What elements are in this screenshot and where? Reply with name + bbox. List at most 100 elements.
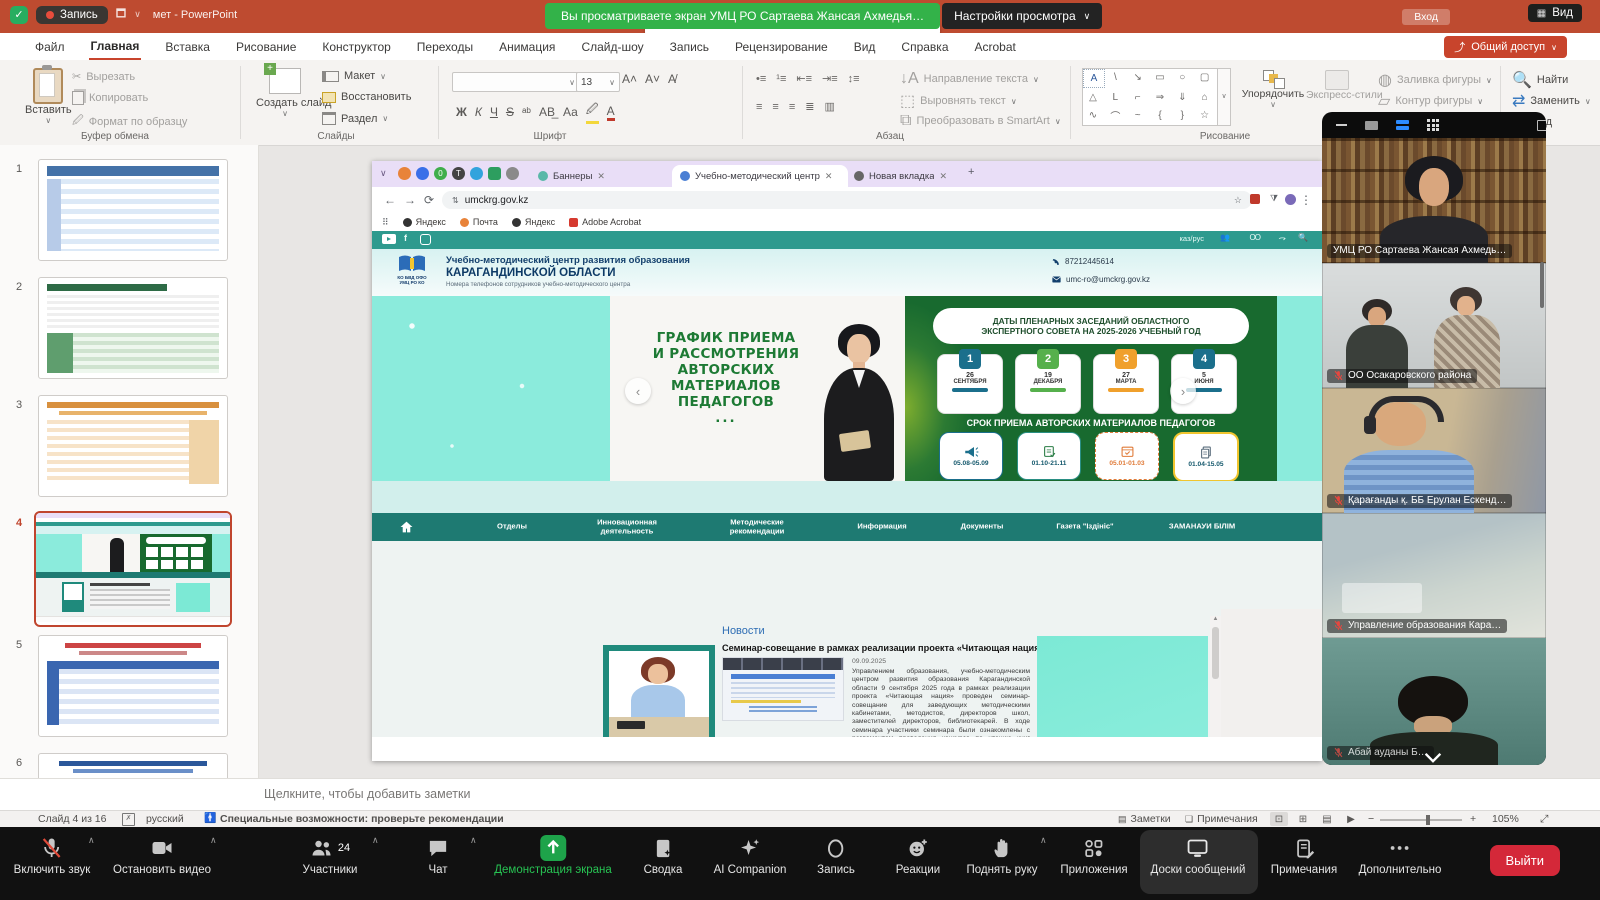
slide-thumbnail-4-current[interactable] bbox=[34, 511, 232, 627]
increase-indent-icon[interactable]: ⇥≡ bbox=[822, 72, 838, 85]
summary-button[interactable]: Сводка bbox=[644, 835, 683, 876]
layout-button[interactable]: Макет∨ bbox=[322, 70, 386, 82]
notes-pane[interactable]: Щелкните, чтобы добавить заметки bbox=[0, 778, 1600, 811]
slide-thumbnail-6[interactable] bbox=[38, 753, 228, 778]
participant-video-tile[interactable]: Қарағанды қ. ББ Ерулан Ескенд… bbox=[1322, 388, 1546, 513]
line-spacing-icon[interactable]: ↕≡ bbox=[848, 73, 860, 85]
tab-slideshow[interactable]: Слайд-шоу bbox=[579, 34, 645, 59]
sidebar-scrollbar[interactable] bbox=[1540, 262, 1544, 308]
format-painter-button[interactable]: 🖉Формат по образцу bbox=[72, 112, 187, 131]
tab-help[interactable]: Справка bbox=[899, 34, 950, 59]
cut-button[interactable]: ✂Вырезать bbox=[72, 70, 135, 83]
slideshow-button[interactable]: ▶ bbox=[1342, 812, 1360, 826]
reset-slide-button[interactable]: Восстановить bbox=[322, 91, 411, 103]
record-button[interactable]: Запись bbox=[817, 835, 855, 876]
more-button[interactable]: Дополнительно bbox=[1359, 835, 1442, 876]
whiteboards-button[interactable]: Доски сообщений bbox=[1151, 835, 1246, 876]
fit-slide-icon[interactable]: ⤢ bbox=[1540, 813, 1548, 826]
tab-insert[interactable]: Вставка bbox=[163, 34, 212, 59]
gallery-view-icon[interactable] bbox=[1427, 119, 1439, 131]
shape-elbow-icon[interactable]: L bbox=[1105, 89, 1125, 106]
shape-down-arrow-icon[interactable]: ⇓ bbox=[1172, 89, 1192, 106]
slide-thumbnail-3[interactable] bbox=[38, 395, 228, 497]
slide-thumbnail-1[interactable] bbox=[38, 159, 228, 261]
audio-options-chevron[interactable]: ∧ bbox=[88, 835, 95, 846]
smartart-button[interactable]: ⧉Преобразовать в SmartArt∨ bbox=[900, 112, 1061, 130]
accessibility-status[interactable]: Специальные возможности: проверьте реком… bbox=[220, 813, 504, 825]
shape-brace-left-icon[interactable]: { bbox=[1150, 107, 1170, 124]
font-size-combobox[interactable]: 13∨ bbox=[576, 72, 620, 92]
shape-brace-right-icon[interactable]: } bbox=[1172, 107, 1192, 124]
underline-button[interactable]: Ч bbox=[490, 105, 498, 119]
change-case-button[interactable]: Аа bbox=[563, 105, 578, 119]
shape-arc-icon[interactable]: ⌒ bbox=[1105, 107, 1125, 124]
shape-outline-button[interactable]: ▱Контур фигуры∨ bbox=[1378, 91, 1483, 111]
shape-star-icon[interactable]: ☆ bbox=[1195, 107, 1215, 124]
clear-format-icon[interactable]: А̸ bbox=[668, 72, 676, 86]
shape-elbow-arrow-icon[interactable]: ⌐ bbox=[1128, 89, 1148, 106]
align-right-icon[interactable]: ≡ bbox=[789, 101, 795, 113]
chat-button[interactable]: Чат bbox=[427, 835, 450, 876]
ai-companion-button[interactable]: AI Companion bbox=[714, 835, 787, 876]
tab-review[interactable]: Рецензирование bbox=[733, 34, 830, 59]
new-slide-button[interactable]: + Создать слайд ∨ bbox=[256, 68, 314, 118]
quick-styles-button[interactable]: Экспресс-стили bbox=[1306, 70, 1368, 101]
tab-view[interactable]: Вид bbox=[852, 34, 878, 59]
increase-font-icon[interactable]: А˄ bbox=[622, 72, 637, 86]
tab-design[interactable]: Конструктор bbox=[320, 34, 392, 59]
annotations-button[interactable]: Примечания bbox=[1271, 835, 1337, 876]
reactions-button[interactable]: Реакции bbox=[896, 835, 940, 876]
presenter-screen-icon[interactable]: 🗖 bbox=[116, 5, 126, 24]
tab-acrobat[interactable]: Acrobat bbox=[973, 34, 1018, 59]
view-settings-button[interactable]: Настройки просмотра ∨ bbox=[942, 3, 1102, 29]
shapes-gallery-more-button[interactable]: ∨ bbox=[1218, 68, 1231, 126]
bullets-icon[interactable]: •≡ bbox=[756, 73, 766, 85]
chat-chevron[interactable]: ∧ bbox=[470, 835, 477, 846]
pop-out-icon[interactable] bbox=[1537, 120, 1546, 131]
leave-meeting-button[interactable]: Выйти bbox=[1490, 845, 1561, 876]
titlebar-chevron-icon[interactable]: ∨ bbox=[134, 9, 141, 20]
video-options-chevron[interactable]: ∧ bbox=[210, 835, 217, 846]
justify-icon[interactable]: ≣ bbox=[805, 100, 814, 113]
columns-icon[interactable]: ▥ bbox=[824, 100, 834, 113]
strikethrough-button[interactable]: S bbox=[506, 105, 514, 119]
zoom-in-button[interactable]: + bbox=[1470, 813, 1476, 825]
shape-line-icon[interactable]: \ bbox=[1105, 69, 1125, 86]
find-button[interactable]: 🔍Найти bbox=[1512, 70, 1568, 90]
language-indicator[interactable]: русский bbox=[146, 813, 184, 825]
shapes-gallery[interactable]: A \ ↘ ▭ ○ ▢ △ L ⌐ ⇒ ⇓ ⌂ ∿ ⌒ ~ { } ☆ bbox=[1082, 68, 1218, 126]
raise-hand-chevron[interactable]: ∧ bbox=[1040, 835, 1047, 846]
tab-file[interactable]: Файл bbox=[33, 34, 67, 59]
highlight-color-button[interactable]: 🖉 bbox=[586, 100, 599, 124]
decrease-font-icon[interactable]: А˅ bbox=[645, 72, 660, 86]
italic-button[interactable]: К bbox=[475, 105, 482, 119]
zoom-security-shield-icon[interactable]: ✓ bbox=[10, 6, 28, 24]
stop-video-button[interactable]: Остановить видео bbox=[113, 835, 211, 876]
shape-triangle-icon[interactable]: △ bbox=[1083, 89, 1103, 106]
normal-view-button[interactable]: ⊡ bbox=[1270, 812, 1288, 826]
recording-badge[interactable]: Запись bbox=[36, 6, 108, 24]
slide-sorter-view-button[interactable]: ⊞ bbox=[1294, 812, 1312, 826]
participant-video-tile[interactable]: Управление образования Кара… bbox=[1322, 513, 1546, 638]
shape-scribble-icon[interactable]: ∿ bbox=[1083, 107, 1103, 124]
zoom-slider-track[interactable] bbox=[1380, 819, 1462, 821]
participant-video-tile[interactable]: УМЦ РО Сартаева Жансая Ахмедь… bbox=[1322, 138, 1546, 263]
align-center-icon[interactable]: ≡ bbox=[772, 101, 778, 113]
text-direction-button[interactable]: ↓AНаправление текста∨ bbox=[900, 70, 1039, 88]
notes-toggle[interactable]: ▤Заметки bbox=[1118, 813, 1171, 825]
speaker-view-icon[interactable] bbox=[1396, 120, 1409, 130]
align-left-icon[interactable]: ≡ bbox=[756, 101, 762, 113]
share-document-button[interactable]: ⤴ Общий доступ ∨ bbox=[1444, 36, 1567, 58]
comments-toggle[interactable]: ❏Примечания bbox=[1185, 813, 1258, 825]
slide-thumbnail-2[interactable] bbox=[38, 277, 228, 379]
shape-right-arrow-icon[interactable]: ⇒ bbox=[1150, 89, 1170, 106]
participants-chevron[interactable]: ∧ bbox=[372, 835, 379, 846]
shape-rounded-rect-icon[interactable]: ▢ bbox=[1195, 69, 1215, 86]
slide-canvas[interactable]: ∨ 0 T Баннеры✕ Учебно-методический центр… bbox=[372, 161, 1322, 761]
sign-in-button[interactable]: Вход bbox=[1402, 9, 1450, 25]
shape-fill-button[interactable]: ◍Заливка фигуры∨ bbox=[1378, 70, 1492, 90]
section-button[interactable]: Раздел∨ bbox=[322, 112, 388, 125]
shape-arrow-icon[interactable]: ↘ bbox=[1128, 69, 1148, 86]
shape-callout-icon[interactable]: ⌂ bbox=[1195, 89, 1215, 106]
spellcheck-icon[interactable]: ✗ bbox=[122, 813, 135, 826]
